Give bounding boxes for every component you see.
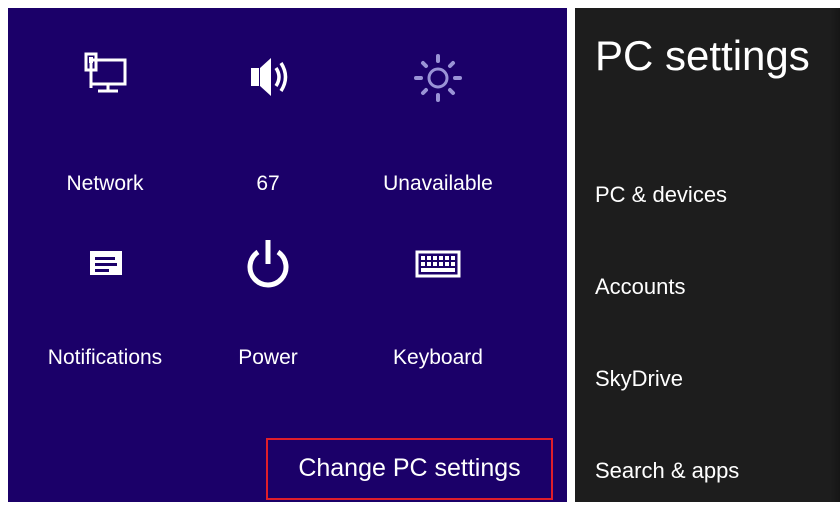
- panel-divider: [567, 0, 575, 510]
- change-pc-settings-link[interactable]: Change PC settings: [266, 438, 553, 500]
- nav-item-skydrive[interactable]: SkyDrive: [595, 364, 683, 394]
- notifications-icon: [70, 238, 140, 308]
- keyboard-label: Keyboard: [393, 346, 483, 369]
- pc-settings-panel: PC settings PC & devices Accounts SkyDri…: [575, 8, 840, 502]
- keyboard-tile[interactable]: Keyboard: [363, 238, 513, 369]
- nav-item-pc-devices[interactable]: PC & devices: [595, 180, 727, 210]
- volume-icon: [233, 48, 303, 118]
- power-icon: [233, 238, 303, 308]
- notifications-tile[interactable]: Notifications: [30, 238, 180, 369]
- screen: Network 67 Unavailable Notifications Pow…: [0, 0, 840, 510]
- notifications-label: Notifications: [47, 346, 163, 369]
- power-label: Power: [238, 346, 298, 369]
- network-tile[interactable]: Network: [30, 48, 180, 195]
- settings-charm-panel: Network 67 Unavailable Notifications Pow…: [8, 8, 567, 502]
- network-label: Network: [66, 172, 144, 195]
- power-tile[interactable]: Power: [193, 238, 343, 369]
- nav-item-accounts[interactable]: Accounts: [595, 272, 686, 302]
- keyboard-icon: [403, 238, 473, 308]
- page-title: PC settings: [595, 32, 810, 79]
- volume-label: 67: [256, 172, 280, 195]
- nav-item-search-apps[interactable]: Search & apps: [595, 456, 739, 486]
- brightness-label: Unavailable: [383, 172, 493, 195]
- volume-tile[interactable]: 67: [193, 48, 343, 195]
- panel-edge-shadow: [830, 8, 840, 502]
- network-icon: [70, 48, 140, 118]
- brightness-tile[interactable]: Unavailable: [363, 48, 513, 195]
- brightness-icon: [403, 48, 473, 118]
